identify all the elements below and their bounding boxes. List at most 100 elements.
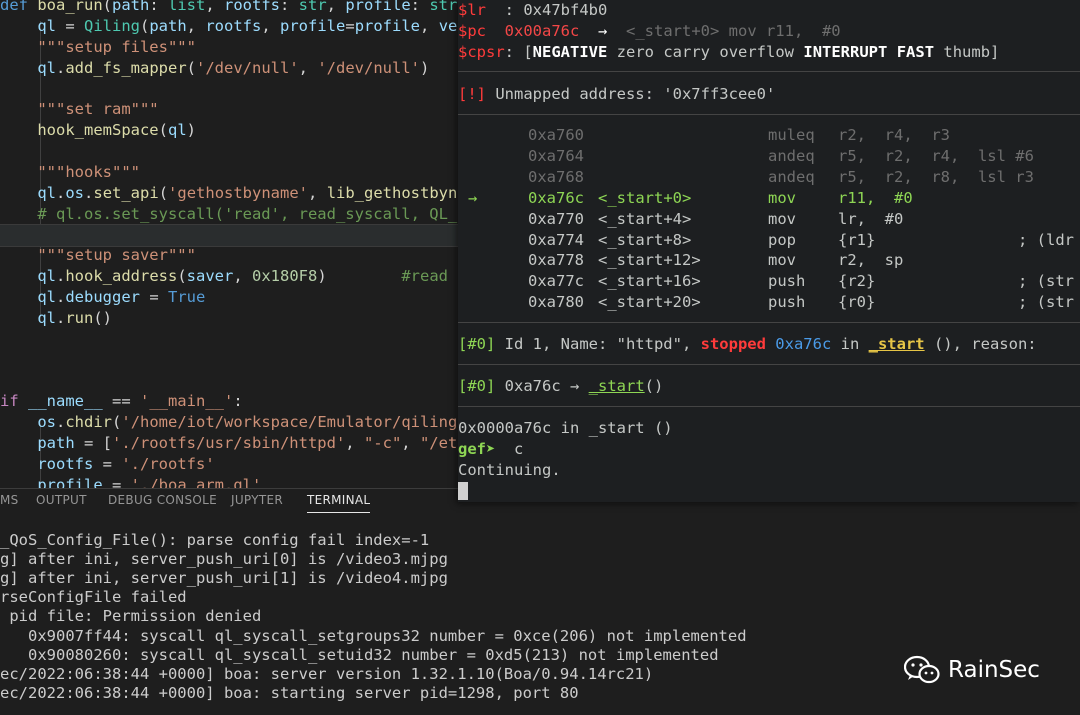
code-token: ) [420,58,430,77]
code-token: . [56,58,66,77]
code-line[interactable]: """setup files""" [0,37,196,58]
watermark: RainSec [904,652,1040,688]
code-token: './rootfs/usr/sbin/httpd' [111,433,346,452]
terminal-line: rseConfigFile failed [0,588,187,607]
code-token: boa_run [37,0,103,14]
disasm-sym: <_start+16> [598,272,701,291]
code-token: def [0,0,38,14]
tab-output[interactable]: OUTPUT [36,493,87,507]
code-line[interactable]: """hooks""" [0,162,140,183]
code-token: '/dev/null' [196,58,299,77]
disasm-mn: muleq [768,126,815,144]
cpsr-flag: FAST [896,43,935,61]
disasm-addr: 0xa770 [528,209,584,228]
code-line[interactable]: rootfs = './rootfs' [0,454,214,475]
code-line[interactable]: hook_memSpace(ql) [0,120,196,141]
code-token: profile [37,475,103,488]
cpsr-flag: overflow [719,43,795,61]
code-token: ql [37,58,56,77]
code-token: path [112,0,150,14]
code-token: ) [317,267,402,286]
code-editor[interactable]: def boa_run(path: list, rootfs: str, pro… [0,0,470,488]
disasm-addr: 0xa77c [528,272,584,291]
tab-terminal[interactable]: TERMINAL [307,493,371,513]
disasm-ops: r5, r2, r8, lsl r3 [838,167,1034,186]
code-line[interactable]: """setup saver""" [0,245,196,266]
disasm-addr: 0xa774 [528,230,584,249]
code-token: hook_memSpace [37,121,159,140]
disasm-sym: <_start+4> [598,209,692,228]
code-token: ) [186,121,197,140]
code-line[interactable]: """set ram""" [0,99,159,120]
code-line[interactable]: ql.add_fs_mapper('/dev/null', '/dev/null… [0,58,429,79]
code-token: path [37,433,75,452]
code-token: : [149,0,168,14]
code-line[interactable]: os.chdir('/home/iot/workspace/Emulator/q… [0,412,457,433]
code-token: . [56,287,66,306]
disasm-mn: andeq [768,167,815,186]
thread-line: [#0] Id 1, Name: "httpd", stopped 0xa76c… [458,335,1037,353]
code-token: ql [37,16,56,35]
disasm-sym: <_start+8> [598,230,692,249]
code-token: run [65,308,94,327]
code-token: os [65,183,85,202]
register-pc: $pc 0x00a76c → <_start+0> mov r11, #0 [458,22,841,40]
code-line[interactable]: def boa_run(path: list, rootfs: str, pro… [0,0,457,16]
disasm-cm: ; (ldr [1018,230,1074,249]
code-line[interactable]: path = ['./rootfs/usr/sbin/httpd', "-c",… [0,433,466,454]
code-token: . [56,413,66,431]
gef-debugger-window[interactable]: $lr : 0x47bf4b0 $pc 0x00a76c → <_start+0… [458,0,1080,502]
separator [458,71,1080,72]
code-line[interactable]: ql.run() [0,308,112,329]
code-token: ql [168,121,187,140]
code-line[interactable]: if __name__ == '__main__': [0,391,243,412]
code-token: profile [345,0,411,14]
terminal-line: g] after ini, server_push_uri[1] is /vid… [0,569,448,588]
separator [458,364,1080,365]
code-token: """set ram""" [37,100,159,119]
disasm-mn: mov [768,251,796,270]
code-token: saver [186,267,234,286]
cpsr-flag: zero [616,43,654,61]
code-token: = [102,475,131,488]
code-line[interactable] [0,224,470,248]
terminal-line: ec/2022:06:38:44 +0000] boa: server vers… [0,664,654,683]
disasm-mn: mov [768,209,796,228]
code-token: ( [158,183,169,202]
disasm-addr: 0xa778 [528,251,584,270]
code-token: '__main__' [139,392,234,411]
terminal-line: ec/2022:06:38:44 +0000] boa: starting se… [0,683,579,702]
code-token: '/dev/null' [317,58,420,77]
status-line: Continuing. [458,461,561,479]
code-token: , [186,16,206,35]
code-line[interactable]: ql.hook_address(saver, 0x180F8) #read t [0,266,466,287]
code-token: './boa_arm.ql' [130,475,262,488]
gef-prompt-line[interactable]: gef➤ c [458,439,523,460]
code-token: set_api [93,183,159,202]
code-token: os [37,413,56,431]
watermark-text: RainSec [948,657,1040,683]
code-line[interactable]: ql = Qiling(path, rootfs, profile=profil… [0,16,457,37]
code-line[interactable]: profile = './boa_arm.ql' [0,475,261,488]
code-token: . [84,183,94,202]
disasm-ops: lr, #0 [838,209,904,228]
code-token: = [93,454,122,473]
tab-debug-console[interactable]: DEBUG CONSOLE [108,493,217,507]
code-token: profile [354,16,421,35]
code-line[interactable]: ql.debugger = True [0,287,205,308]
tab-problems[interactable]: MS [0,493,19,507]
disasm-mn: pop [768,230,796,249]
code-token: ( [140,16,150,35]
code-token: , [401,433,420,452]
code-token: ( [102,0,112,14]
code-line[interactable]: ql.os.set_api('gethostbyname', lib_getho… [0,183,466,204]
disasm-cm: ; (str [1018,272,1074,291]
code-line[interactable]: # ql.os.set_syscall('read', read_syscall… [0,204,466,225]
tab-jupyter[interactable]: JUPYTER [231,493,283,507]
